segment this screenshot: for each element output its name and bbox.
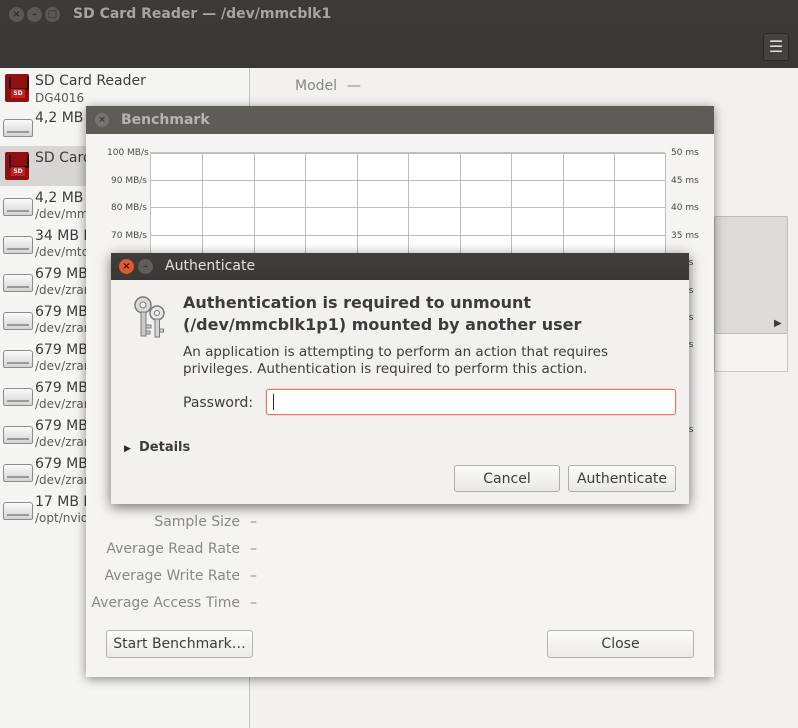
details-expander[interactable]: Details	[139, 440, 190, 455]
average-access-time-value: –	[250, 595, 257, 611]
sample-size-label: Sample Size	[154, 514, 240, 530]
details-expander-icon[interactable]: ▶	[124, 444, 131, 454]
sidebar-item-sub: /dev/zrar	[35, 359, 89, 373]
sidebar-item-name: SD Card Reader	[35, 73, 146, 89]
sd-card-icon	[5, 152, 29, 180]
hamburger-menu-icon[interactable]: ☰	[763, 33, 789, 61]
model-label: Model	[295, 78, 338, 94]
left-axis-label: 70 MB/s	[111, 231, 147, 241]
sidebar-item-sub: /dev/mm	[35, 207, 89, 221]
authenticate-dialog: × – Authenticate Authentication is requi…	[111, 253, 689, 504]
keys-icon	[134, 296, 165, 338]
start-benchmark-button[interactable]: Start Benchmark…	[106, 630, 253, 658]
sidebar-item-sub: DG4016	[35, 91, 85, 105]
authenticate-title: Authenticate	[165, 258, 256, 274]
sidebar-item-sub: /dev/zrar	[35, 397, 89, 411]
authenticate-button[interactable]: Authenticate	[568, 465, 676, 492]
sidebar-item-name: 679 MB	[35, 380, 88, 396]
sd-card-icon	[5, 74, 29, 102]
disk-icon	[3, 350, 33, 368]
authenticate-titlebar: × – Authenticate	[111, 253, 689, 280]
password-input[interactable]	[266, 389, 676, 415]
sidebar-item-name: 17 MB L	[35, 494, 92, 510]
text-caret	[273, 394, 274, 410]
sidebar-item-sub: /dev/zrar	[35, 283, 89, 297]
average-write-rate-value: –	[250, 568, 257, 584]
disk-icon	[3, 388, 33, 406]
close-button[interactable]: Close	[547, 630, 694, 658]
disk-icon	[3, 312, 33, 330]
sidebar-item-name: 679 MB	[35, 418, 88, 434]
play-arrow-icon: ▶	[774, 318, 782, 329]
sidebar-item-name: 679 MB	[35, 342, 88, 358]
sidebar-item-name: 34 MB B	[35, 228, 94, 244]
cancel-button[interactable]: Cancel	[454, 465, 560, 492]
sidebar-item-name: 4,2 MB	[35, 110, 84, 126]
volume-toolbar	[714, 334, 788, 372]
benchmark-title: Benchmark	[121, 112, 210, 128]
window-minimize-icon[interactable]: –	[27, 7, 42, 22]
sample-size-value: –	[250, 514, 257, 530]
window-controls: × – □	[9, 7, 60, 22]
window-close-icon[interactable]: ×	[9, 7, 24, 22]
right-axis-label: 40 ms	[671, 203, 699, 213]
auth-description: An application is attempting to perform …	[183, 344, 608, 377]
auth-heading: Authentication is required to unmount (/…	[183, 293, 582, 334]
auth-close-icon[interactable]: ×	[119, 259, 134, 274]
hard-disk-icon	[3, 119, 33, 137]
sidebar-item-name: 679 MB	[35, 456, 88, 472]
average-read-rate-label: Average Read Rate	[106, 541, 240, 557]
disk-icon	[3, 236, 33, 254]
auth-minimize-icon[interactable]: –	[138, 259, 153, 274]
benchmark-titlebar: × Benchmark	[86, 106, 714, 134]
right-axis-label: 35 ms	[671, 231, 699, 241]
disk-icon	[3, 502, 33, 520]
sidebar-item-sub: /dev/zrar	[35, 435, 89, 449]
sidebar-item-name: 4,2 MB I	[35, 190, 92, 206]
disk-icon	[3, 274, 33, 292]
average-read-rate-value: –	[250, 541, 257, 557]
volume-graphic[interactable]	[714, 216, 788, 334]
sidebar-item-sub: /dev/zrar	[35, 473, 89, 487]
main-titlebar: × – □ SD Card Reader — /dev/mmcblk1 ☰	[0, 0, 798, 68]
disk-icon	[3, 198, 33, 216]
benchmark-close-icon[interactable]: ×	[95, 113, 109, 127]
left-axis-label: 90 MB/s	[111, 176, 147, 186]
left-axis-label: 100 MB/s	[107, 148, 149, 158]
sidebar-item-sub: /opt/nvid	[35, 511, 89, 525]
disk-icon	[3, 464, 33, 482]
disk-icon	[3, 426, 33, 444]
sidebar-item-name: SD Card	[35, 150, 92, 166]
right-axis-label: 50 ms	[671, 148, 699, 158]
average-access-time-label: Average Access Time	[91, 595, 240, 611]
left-axis-label: 80 MB/s	[111, 203, 147, 213]
sidebar-item-sd-card-reader[interactable]: SD Card Reader DG4016	[0, 70, 250, 108]
model-value: —	[347, 78, 361, 94]
right-axis-label: 45 ms	[671, 176, 699, 186]
sidebar-item-name: 679 MB	[35, 304, 88, 320]
window-maximize-icon[interactable]: □	[45, 7, 60, 22]
sidebar-item-sub: /dev/zrar	[35, 321, 89, 335]
average-write-rate-label: Average Write Rate	[104, 568, 240, 584]
sidebar-item-name: 679 MB	[35, 266, 88, 282]
password-label: Password:	[183, 395, 254, 411]
window-title: SD Card Reader — /dev/mmcblk1	[73, 6, 332, 22]
sidebar-item-sub: /dev/mtc	[35, 245, 89, 259]
